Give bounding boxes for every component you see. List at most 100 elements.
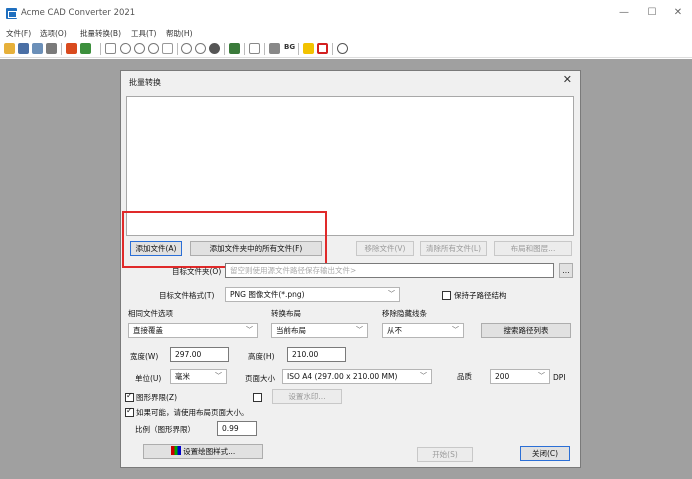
keep-subdir-checkbox[interactable] xyxy=(442,291,451,300)
about-icon[interactable] xyxy=(337,43,348,54)
toolbar: BG xyxy=(0,40,692,58)
convert-layout-label: 转换布局 xyxy=(271,309,301,318)
scale-input[interactable]: 0.99 xyxy=(217,421,257,436)
warning-icon[interactable] xyxy=(303,43,314,54)
target-format-select[interactable]: PNG 图像文件(*.png) ﹀ xyxy=(225,287,400,302)
height-input[interactable]: 210.00 xyxy=(287,347,346,362)
quality-value: 200 xyxy=(495,372,510,381)
batch-convert-dialog: 批量转换 ✕ 添加文件(A) 添加文件夹中的所有文件(F) 移除文件(V) 清除… xyxy=(120,70,581,468)
watermark-checkbox[interactable] xyxy=(253,393,262,402)
toolbar-separator xyxy=(298,43,299,55)
same-file-select[interactable]: 直接覆盖 ﹀ xyxy=(128,323,258,338)
highlight-box xyxy=(122,211,327,268)
toolbar-separator xyxy=(224,43,225,55)
same-file-label: 相同文件选项 xyxy=(128,309,173,318)
same-file-value: 直接覆盖 xyxy=(133,326,163,335)
close-button[interactable]: 关闭(C) xyxy=(520,446,570,461)
quality-unit: DPI xyxy=(553,373,566,382)
use-layout-size-checkbox[interactable] xyxy=(125,406,134,417)
unit-label: 单位(U) xyxy=(135,374,162,383)
save-icon[interactable] xyxy=(18,43,29,54)
chevron-down-icon: ﹀ xyxy=(388,290,395,298)
drawing-bounds-label: 图形界限(Z) xyxy=(136,393,177,402)
chevron-down-icon: ﹀ xyxy=(356,326,363,334)
menu-batch[interactable]: 批量转换(B) xyxy=(80,28,121,39)
width-label: 宽度(W) xyxy=(130,352,159,361)
dialog-close-icon[interactable]: ✕ xyxy=(563,73,572,86)
unit-select[interactable]: 毫米 ﹀ xyxy=(170,369,227,384)
zoom-in-icon[interactable] xyxy=(120,43,131,54)
menu-help[interactable]: 帮助(H) xyxy=(166,28,193,39)
page-size-select[interactable]: ISO A4 (297.00 x 210.00 MM) ﹀ xyxy=(282,369,432,384)
chevron-down-icon: ﹀ xyxy=(452,326,459,334)
title-bar: Acme CAD Converter 2021 — ☐ ✕ xyxy=(0,0,692,26)
measure-icon[interactable] xyxy=(249,43,260,54)
scale-label: 比例（图形界限） xyxy=(135,425,195,434)
zoom-previous-icon[interactable] xyxy=(195,43,206,54)
chevron-down-icon: ﹀ xyxy=(538,372,545,380)
remove-file-button[interactable]: 移除文件(V) xyxy=(356,241,414,256)
toolbar-separator xyxy=(177,43,178,55)
close-window-button[interactable]: ✕ xyxy=(668,5,688,21)
hidden-lines-label: 移除隐藏线条 xyxy=(382,309,427,318)
chevron-down-icon: ﹀ xyxy=(215,372,222,380)
hidden-lines-value: 从不 xyxy=(387,326,402,335)
hidden-lines-select[interactable]: 从不 ﹀ xyxy=(382,323,464,338)
export-icon[interactable] xyxy=(32,43,43,54)
browse-folder-button[interactable]: ... xyxy=(559,263,573,278)
target-format-label: 目标文件格式(T) xyxy=(159,291,215,300)
zoom-realtime-icon[interactable] xyxy=(181,43,192,54)
toolbar-separator xyxy=(61,43,62,55)
remove-all-button[interactable]: 清除所有文件(L) xyxy=(420,241,487,256)
print-icon[interactable] xyxy=(46,43,57,54)
zoom-extents-icon[interactable] xyxy=(162,43,173,54)
bw-icon[interactable] xyxy=(269,43,280,54)
toolbar-separator xyxy=(332,43,333,55)
zoom-window-icon[interactable] xyxy=(148,43,159,54)
open-icon[interactable] xyxy=(4,43,15,54)
minimize-button[interactable]: — xyxy=(614,5,634,21)
drawing-bounds-checkbox[interactable] xyxy=(125,391,134,402)
keep-subdir-label: 保持子路径结构 xyxy=(454,291,507,300)
background-button[interactable]: BG xyxy=(284,43,295,51)
start-button[interactable]: 开始(S) xyxy=(417,447,473,462)
height-label: 高度(H) xyxy=(248,352,275,361)
toolbar-separator xyxy=(264,43,265,55)
redline-icon[interactable] xyxy=(317,43,328,54)
menu-tools[interactable]: 工具(T) xyxy=(131,28,156,39)
convert-layout-select[interactable]: 当前布局 ﹀ xyxy=(271,323,368,338)
use-layout-size-label: 如果可能，请使用布局页面大小。 xyxy=(136,408,249,417)
plot-style-icon xyxy=(170,446,181,455)
target-format-value: PNG 图像文件(*.png) xyxy=(230,290,305,299)
zoom-out-icon[interactable] xyxy=(134,43,145,54)
maximize-button[interactable]: ☐ xyxy=(642,5,662,21)
target-folder-label: 目标文件夹(O) xyxy=(172,267,222,276)
chevron-down-icon: ﹀ xyxy=(420,372,427,380)
menu-options[interactable]: 选项(O) xyxy=(40,28,67,39)
toolbar-separator xyxy=(244,43,245,55)
pan-icon[interactable] xyxy=(209,43,220,54)
menu-file[interactable]: 文件(F) xyxy=(6,28,31,39)
menu-bar: 文件(F) 选项(O) 批量转换(B) 工具(T) 帮助(H) xyxy=(0,26,692,40)
dialog-title: 批量转换 xyxy=(129,78,161,87)
target-folder-input[interactable]: 留空则使用源文件路径保存输出文件> xyxy=(225,263,554,278)
batch-icon[interactable] xyxy=(80,43,91,54)
layers-icon[interactable] xyxy=(229,43,240,54)
width-input[interactable]: 297.00 xyxy=(170,347,229,362)
unit-value: 毫米 xyxy=(175,372,190,381)
convert-icon[interactable] xyxy=(66,43,77,54)
layout-layers-button[interactable]: 布局和图层... xyxy=(494,241,572,256)
quality-label: 品质 xyxy=(457,372,472,381)
page-size-label: 页面大小 xyxy=(245,374,275,383)
convert-layout-value: 当前布局 xyxy=(276,326,306,335)
plot-style-button[interactable]: 设置绘图样式... xyxy=(143,444,263,459)
page-size-value: ISO A4 (297.00 x 210.00 MM) xyxy=(287,372,398,381)
watermark-button[interactable]: 设置水印... xyxy=(272,389,342,404)
app-icon xyxy=(6,8,17,19)
chevron-down-icon: ﹀ xyxy=(246,326,253,334)
toolbar-separator xyxy=(100,43,101,55)
search-paths-button[interactable]: 搜索路径列表 xyxy=(481,323,571,338)
quality-select[interactable]: 200 ﹀ xyxy=(490,369,550,384)
app-title: Acme CAD Converter 2021 xyxy=(21,8,136,18)
print-preview-icon[interactable] xyxy=(105,43,116,54)
